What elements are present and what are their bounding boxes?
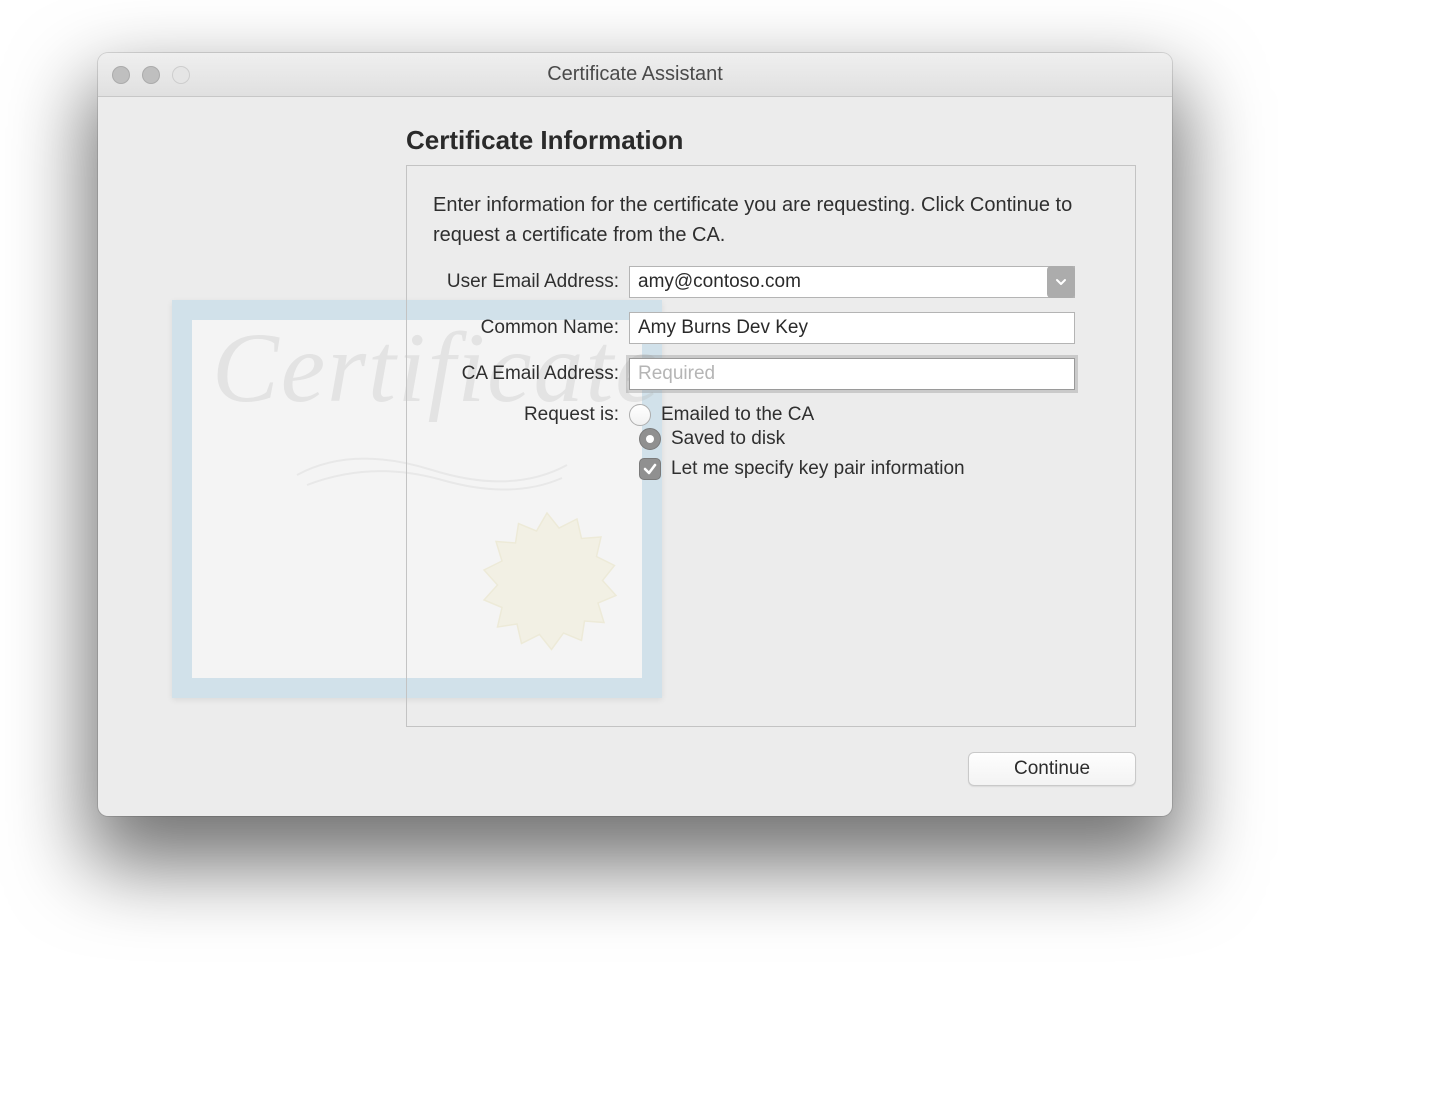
common-name-label: Common Name:: [431, 317, 629, 339]
common-name-input[interactable]: [629, 312, 1075, 344]
continue-button[interactable]: Continue: [968, 752, 1136, 786]
row-ca-email: CA Email Address:: [431, 358, 1111, 390]
certificate-form: User Email Address: Common Name:: [407, 260, 1135, 480]
user-email-combobox[interactable]: [629, 266, 1075, 298]
radio-emailed-to-ca[interactable]: Emailed to the CA: [629, 404, 814, 426]
ca-email-label: CA Email Address:: [431, 363, 629, 385]
radio-icon: [629, 404, 651, 426]
form-panel: Enter information for the certificate yo…: [406, 165, 1136, 727]
row-common-name: Common Name:: [431, 312, 1111, 344]
window-title: Certificate Assistant: [547, 63, 723, 86]
request-is-label: Request is:: [431, 404, 629, 426]
row-user-email: User Email Address:: [431, 266, 1111, 298]
certificate-assistant-window: Certificate Assistant Certificate Certif…: [98, 53, 1172, 816]
content-area: Certificate Certificate Information Ente…: [98, 97, 1172, 816]
ca-email-input[interactable]: [629, 358, 1075, 390]
close-window-button[interactable]: [112, 66, 130, 84]
request-options-continued: Saved to disk Let me specify key pair in…: [431, 428, 1111, 480]
minimize-window-button[interactable]: [142, 66, 160, 84]
user-email-dropdown-button[interactable]: [1047, 266, 1075, 298]
chevron-down-icon: [1055, 276, 1067, 288]
radio-saved-label: Saved to disk: [671, 428, 785, 450]
radio-icon: [639, 428, 661, 450]
instructions-text: Enter information for the certificate yo…: [407, 166, 1135, 260]
radio-saved-to-disk[interactable]: Saved to disk: [639, 428, 1111, 450]
zoom-window-button[interactable]: [172, 66, 190, 84]
row-request-is: Request is: Emailed to the CA: [431, 404, 1111, 426]
checkbox-icon: [639, 458, 661, 480]
radio-emailed-label: Emailed to the CA: [661, 404, 814, 426]
window-controls: [112, 66, 190, 84]
titlebar: Certificate Assistant: [98, 53, 1172, 97]
checkbox-specify-keypair[interactable]: Let me specify key pair information: [639, 458, 1111, 480]
page-heading: Certificate Information: [406, 125, 683, 156]
checkbox-specify-keypair-label: Let me specify key pair information: [671, 458, 965, 480]
user-email-label: User Email Address:: [431, 271, 629, 293]
